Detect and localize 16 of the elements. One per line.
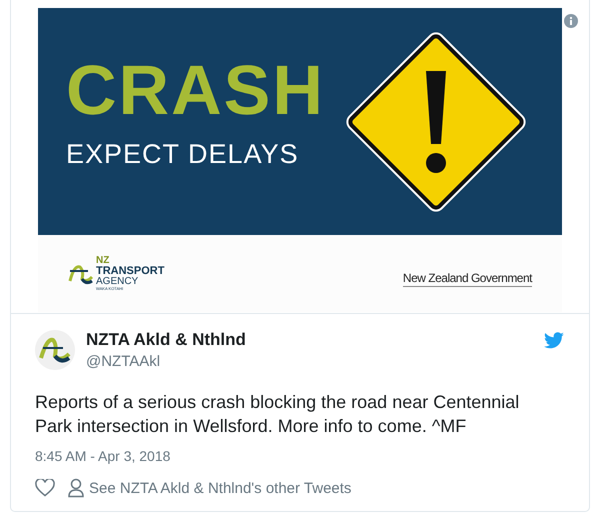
info-icon[interactable] bbox=[564, 14, 578, 28]
timestamp-link[interactable]: 8:45 AM - Apr 3, 2018 bbox=[35, 448, 565, 464]
government-logo: New Zealand Government bbox=[402, 272, 532, 287]
logo-text: TRANSPORT bbox=[96, 266, 164, 277]
author-name[interactable]: NZTA Akld & Nthlnd bbox=[86, 330, 246, 350]
author-handle[interactable]: @NZTAAkl bbox=[86, 353, 246, 370]
agency-logo-icon bbox=[68, 262, 94, 284]
logo-text: NZ bbox=[96, 256, 110, 266]
logo-text: AGENCY bbox=[96, 277, 140, 287]
banner-headline: CRASH bbox=[66, 55, 325, 125]
heart-icon[interactable] bbox=[35, 479, 55, 497]
banner-subheadline: EXPECT DELAYS bbox=[66, 139, 300, 170]
tweet-text: Reports of a serious crash blocking the road near Centennial Park intersection in Wellsford. More info to come. ^MF bbox=[35, 391, 520, 438]
other-tweets-link[interactable]: See NZTA Akld & Nthlnd's other Tweets bbox=[67, 478, 352, 498]
bird-icon[interactable] bbox=[543, 332, 565, 350]
person-icon bbox=[67, 478, 85, 498]
